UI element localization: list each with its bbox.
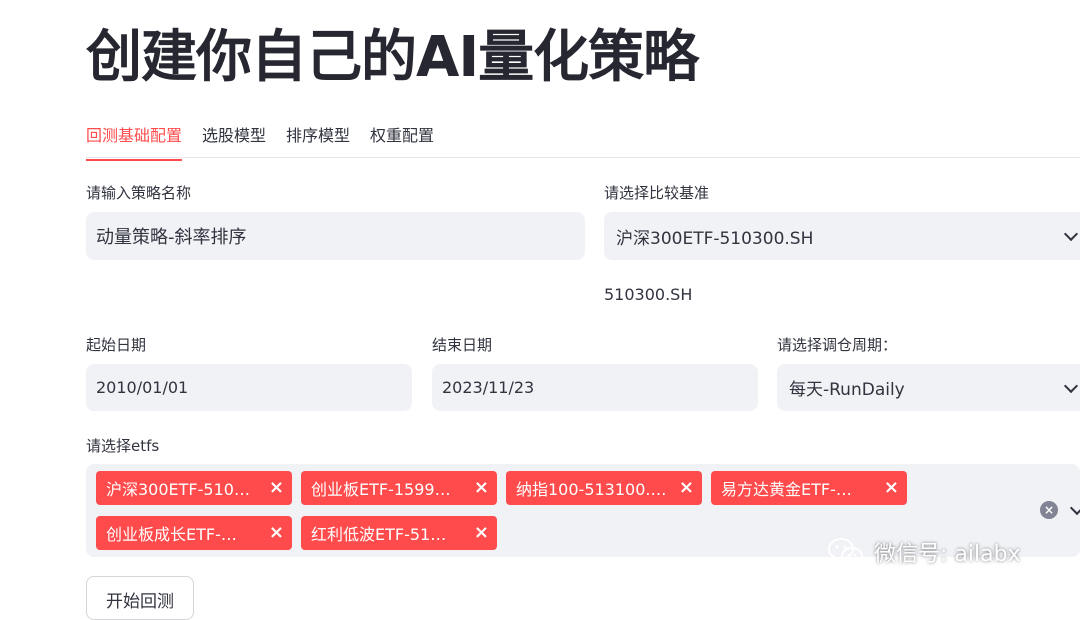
etf-tag-label: 红利低波ETF-51… (311, 525, 447, 544)
rebalance-label: 请选择调仓周期： (777, 336, 898, 354)
strategy-name-label: 请输入策略名称 (86, 184, 192, 202)
etf-tag-label: 创业板ETF-1599… (311, 480, 451, 499)
etf-tag-label: 创业板成长ETF-… (106, 525, 237, 544)
benchmark-value: 沪深300ETF-510300.SH (616, 228, 814, 249)
etf-tag-label: 沪深300ETF-510… (106, 480, 250, 499)
tab-backtest-config[interactable]: 回测基础配置 (86, 118, 183, 161)
end-date-input[interactable]: 2023/11/23 (432, 364, 758, 411)
start-date-value: 2010/01/01 (96, 378, 189, 397)
tab-bar: 回测基础配置 选股模型 排序模型 权重配置 (86, 118, 454, 161)
start-backtest-button[interactable]: 开始回测 (86, 576, 194, 620)
wechat-watermark: 微信号: ailabx (826, 536, 1021, 568)
rebalance-value: 每天-RunDaily (789, 380, 905, 400)
start-date-label: 起始日期 (86, 336, 147, 354)
tab-divider (86, 157, 1080, 158)
chevron-down-icon (1063, 378, 1079, 393)
strategy-name-input[interactable]: 动量策略-斜率排序 (86, 212, 585, 260)
start-date-input[interactable]: 2010/01/01 (86, 364, 412, 411)
etf-tag-label: 纳指100-513100.… (516, 480, 667, 499)
etf-tag: 创业板成长ETF-… × (96, 516, 292, 550)
tab-stock-selection[interactable]: 选股模型 (202, 118, 266, 161)
etf-tag: 创业板ETF-1599… × (301, 471, 497, 505)
benchmark-code-caption: 510300.SH (604, 285, 693, 304)
page-title: 创建你自己的AI量化策略 (86, 25, 699, 90)
remove-tag-icon[interactable]: × (474, 524, 489, 542)
chevron-down-icon (1063, 226, 1079, 242)
remove-tag-icon[interactable]: × (679, 479, 694, 497)
remove-tag-icon[interactable]: × (474, 479, 489, 497)
end-date-value: 2023/11/23 (442, 378, 535, 397)
tab-ranking-model[interactable]: 排序模型 (286, 118, 350, 161)
etf-tag-label: 易方达黄金ETF-… (721, 480, 852, 499)
watermark-text: 微信号: ailabx (874, 542, 1021, 567)
clear-all-icon[interactable]: × (1040, 501, 1058, 519)
remove-tag-icon[interactable]: × (269, 524, 284, 542)
etf-tag: 红利低波ETF-51… × (301, 516, 497, 550)
etf-tag: 易方达黄金ETF-… × (711, 471, 907, 505)
benchmark-select[interactable]: 沪深300ETF-510300.SH (604, 212, 1080, 260)
end-date-label: 结束日期 (432, 336, 493, 354)
wechat-icon (828, 538, 863, 565)
remove-tag-icon[interactable]: × (269, 479, 284, 497)
etf-tag: 纳指100-513100.… × (506, 471, 702, 505)
strategy-name-value: 动量策略-斜率排序 (96, 227, 247, 248)
tab-weight-config[interactable]: 权重配置 (370, 118, 434, 161)
etfs-label: 请选择etfs (86, 437, 160, 455)
etf-tag: 沪深300ETF-510… × (96, 471, 292, 505)
rebalance-select[interactable]: 每天-RunDaily (777, 364, 1080, 411)
benchmark-label: 请选择比较基准 (604, 184, 710, 202)
remove-tag-icon[interactable]: × (884, 479, 899, 497)
